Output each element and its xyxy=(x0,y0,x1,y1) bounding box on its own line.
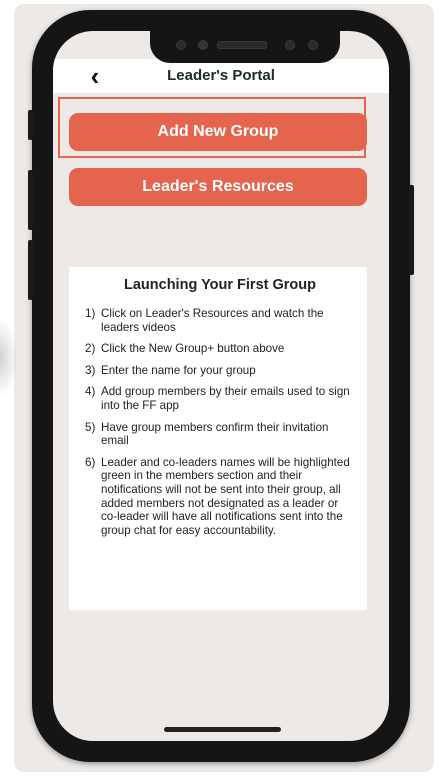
list-item: 4) Add group members by their emails use… xyxy=(85,385,355,412)
edge-shadow xyxy=(0,318,18,398)
list-item: 1) Click on Leader's Resources and watch… xyxy=(85,307,355,334)
phone-frame: ‹ Leader's Portal Add New Group Leader's… xyxy=(28,10,414,762)
phone-volume-down-button xyxy=(28,240,33,300)
step-number: 2) xyxy=(85,342,96,356)
list-item: 3) Enter the name for your group xyxy=(85,364,355,378)
step-number: 1) xyxy=(85,307,96,320)
sensor-icon xyxy=(198,40,208,50)
list-item: 2) Click the New Group+ button above xyxy=(85,342,355,356)
instructions-card: Launching Your First Group 1) Click on L… xyxy=(69,267,367,610)
phone-side-button xyxy=(28,110,33,140)
step-text: Leader and co-leaders names will be high… xyxy=(101,455,350,537)
page-title: Leader's Portal xyxy=(167,67,275,84)
step-number: 5) xyxy=(85,420,96,434)
step-number: 3) xyxy=(85,363,96,377)
step-text: Enter the name for your group xyxy=(101,363,256,377)
add-new-group-button[interactable]: Add New Group xyxy=(69,113,367,151)
speaker-icon xyxy=(217,41,267,49)
step-text: Have group members confirm their invitat… xyxy=(101,420,329,448)
list-item: 5) Have group members confirm their invi… xyxy=(85,421,355,448)
camera-icon xyxy=(176,40,186,50)
phone-notch xyxy=(150,31,340,63)
sensor-icon xyxy=(285,40,295,50)
camera-icon xyxy=(308,40,318,50)
step-text: Click on Leader's Resources and watch th… xyxy=(101,307,324,334)
step-number: 6) xyxy=(85,455,96,469)
leaders-resources-button[interactable]: Leader's Resources xyxy=(69,168,367,206)
nav-bar: ‹ Leader's Portal xyxy=(53,59,389,93)
step-number: 4) xyxy=(85,385,96,399)
instructions-title: Launching Your First Group xyxy=(124,277,316,293)
phone-power-button xyxy=(409,185,414,275)
home-indicator[interactable] xyxy=(164,727,281,732)
phone-volume-up-button xyxy=(28,170,33,230)
app-screen: ‹ Leader's Portal Add New Group Leader's… xyxy=(53,31,389,741)
step-text: Click the New Group+ button above xyxy=(101,342,285,356)
step-text: Add group members by their emails used t… xyxy=(101,385,350,412)
list-item: 6) Leader and co-leaders names will be h… xyxy=(85,456,355,538)
